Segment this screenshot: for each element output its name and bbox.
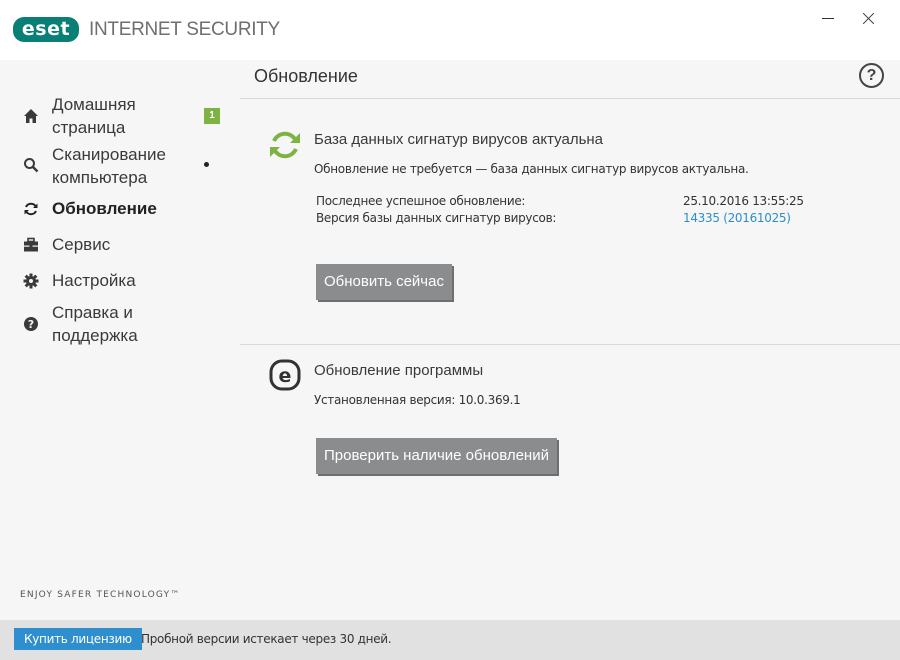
refresh-icon xyxy=(24,202,38,216)
status-dot xyxy=(204,162,209,167)
divider xyxy=(240,98,900,99)
installed-version: Установленная версия: 10.0.369.1 xyxy=(314,393,521,407)
gear-icon xyxy=(23,273,39,289)
last-update-value: 25.10.2016 13:55:25 xyxy=(683,194,804,208)
sidebar-item-label: Справка и xyxy=(52,303,133,322)
sidebar-item-settings[interactable]: Настройка xyxy=(0,269,240,293)
minimize-icon[interactable] xyxy=(813,4,843,32)
notification-badge: 1 xyxy=(204,108,220,124)
home-icon xyxy=(24,109,38,123)
sidebar-item-label: Настройка xyxy=(52,271,136,290)
sidebar-item-home[interactable]: Домашняя страница 1 xyxy=(0,93,240,141)
help-button[interactable]: ? xyxy=(859,63,884,88)
signatures-status-message: Обновление не требуется — база данных си… xyxy=(314,162,749,176)
sidebar-item-label: страница xyxy=(52,118,126,137)
product-name: INTERNET SECURITY xyxy=(89,18,280,40)
buy-license-button[interactable]: Купить лицензию xyxy=(14,628,142,650)
sidebar-item-help[interactable]: ? Справка и поддержка xyxy=(0,301,240,349)
sidebar-item-scan[interactable]: Сканирование компьютера xyxy=(0,143,240,191)
close-icon[interactable] xyxy=(853,4,883,32)
eset-logo: eset xyxy=(13,17,79,42)
eset-e-icon: e xyxy=(269,359,301,391)
sidebar: Домашняя страница 1 Сканирование компьют… xyxy=(0,60,240,620)
sidebar-item-label: Домашняя xyxy=(52,95,136,114)
divider xyxy=(240,344,900,345)
slogan: ENJOY SAFER TECHNOLOGY™ xyxy=(20,590,181,600)
refresh-green-icon xyxy=(270,131,300,159)
product-logo: eset INTERNET SECURITY xyxy=(13,17,280,42)
svg-text:e: e xyxy=(279,365,292,387)
magnifier-icon xyxy=(24,158,39,173)
signatures-status-title: База данных сигнатур вирусов актуальна xyxy=(314,131,604,148)
page-title: Обновление xyxy=(254,66,358,86)
signature-version-label: Версия базы данных сигнатур вирусов: xyxy=(316,211,557,225)
svg-text:?: ? xyxy=(28,318,34,331)
toolbox-icon xyxy=(24,237,38,252)
sidebar-item-label: Сервис xyxy=(52,235,111,254)
sidebar-item-label: Сканирование xyxy=(52,145,166,164)
main-panel: Обновление ? База данных сигнатур вирусо… xyxy=(240,60,900,620)
sidebar-item-tools[interactable]: Сервис xyxy=(0,233,240,257)
update-now-button[interactable]: Обновить сейчас xyxy=(316,264,452,300)
signature-version-link[interactable]: 14335 (20161025) xyxy=(683,211,791,225)
sidebar-item-update[interactable]: Обновление xyxy=(0,197,240,221)
last-update-label: Последнее успешное обновление: xyxy=(316,194,526,208)
help-circle-icon: ? xyxy=(24,317,38,331)
program-update-title: Обновление программы xyxy=(314,362,484,379)
sidebar-item-label: компьютера xyxy=(52,168,148,187)
sidebar-item-label: поддержка xyxy=(52,326,138,345)
status-bar: Купить лицензию Пробной версии истекает … xyxy=(0,620,900,660)
trial-expiry-text: Пробной версии истекает через 30 дней. xyxy=(141,632,392,646)
check-updates-button[interactable]: Проверить наличие обновлений xyxy=(316,438,557,474)
title-bar: eset INTERNET SECURITY xyxy=(0,0,900,60)
sidebar-item-label: Обновление xyxy=(52,199,157,218)
